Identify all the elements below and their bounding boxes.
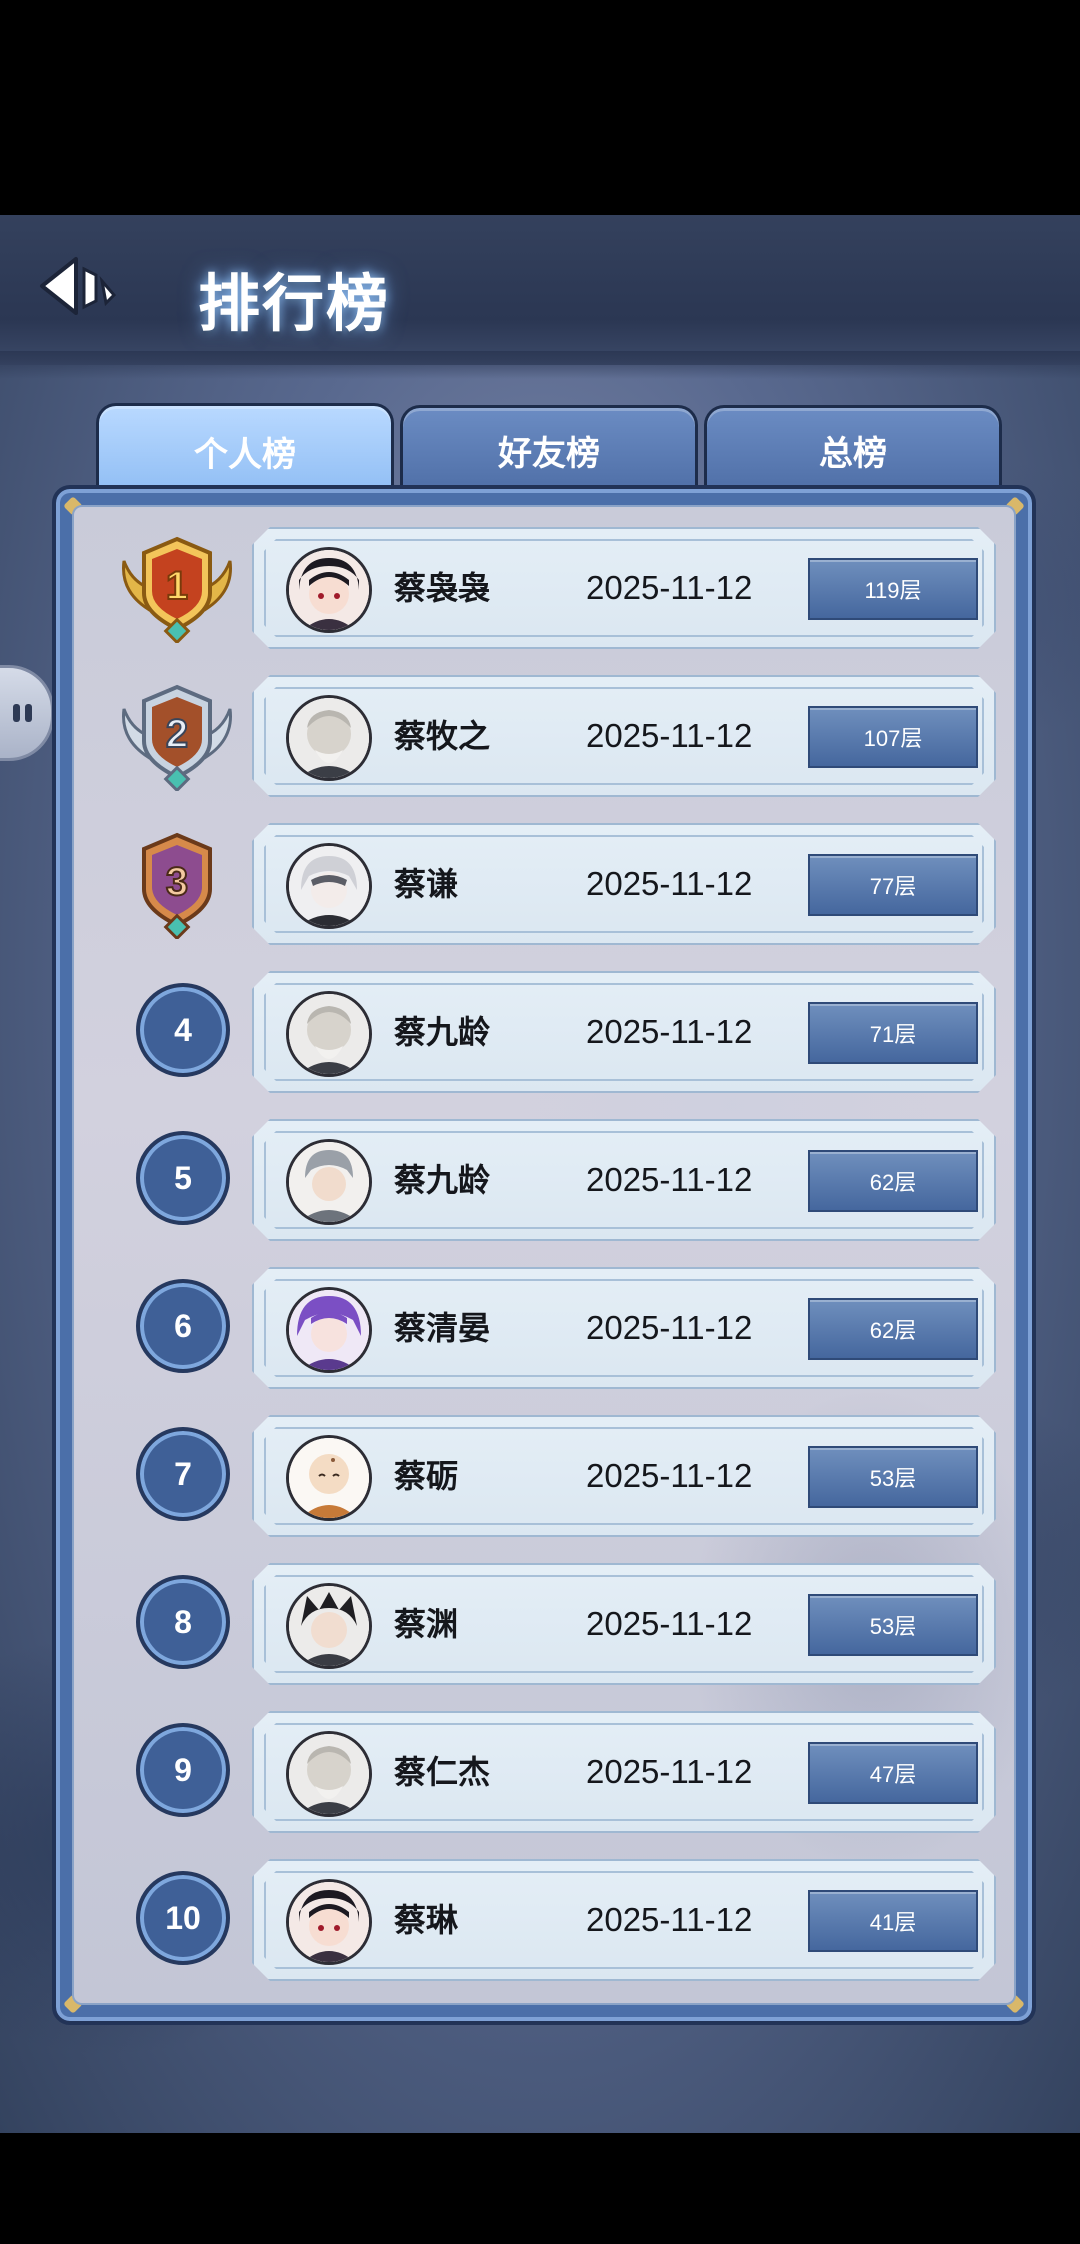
floor-badge: 41层 bbox=[808, 1890, 978, 1952]
svg-text:2: 2 bbox=[166, 712, 188, 756]
player-avatar bbox=[286, 1435, 372, 1521]
player-card: 蔡牧之 2025-11-12 107层 bbox=[252, 675, 996, 797]
rank-number: 7 bbox=[136, 1427, 230, 1521]
leaderboard-tabs: 个人榜 好友榜 总榜 bbox=[96, 403, 1002, 496]
pause-bar-icon bbox=[25, 704, 32, 722]
record-date: 2025-11-12 bbox=[586, 1901, 753, 1938]
header-bar: 排行榜 bbox=[0, 215, 1080, 379]
rank-number: 9 bbox=[136, 1723, 230, 1817]
player-card: 蔡九龄 2025-11-12 62层 bbox=[252, 1119, 996, 1241]
floor-badge: 62层 bbox=[808, 1298, 978, 1360]
player-avatar bbox=[286, 1583, 372, 1669]
leaderboard-row[interactable]: 2 蔡牧之 2025-11-12 107层 bbox=[74, 675, 1016, 797]
page-title: 排行榜 bbox=[198, 270, 391, 339]
side-drawer-handle[interactable] bbox=[0, 665, 54, 761]
record-date: 2025-11-12 bbox=[586, 1309, 753, 1346]
tab-friends[interactable]: 好友榜 bbox=[400, 405, 698, 492]
player-avatar bbox=[286, 1287, 372, 1373]
player-name: 蔡牧之 bbox=[394, 718, 491, 754]
player-avatar bbox=[286, 843, 372, 929]
leaderboard-row[interactable]: 3 蔡谦 2025-11-12 77层 bbox=[74, 823, 1016, 945]
player-card: 蔡袅袅 2025-11-12 119层 bbox=[252, 527, 996, 649]
floor-badge: 62层 bbox=[808, 1150, 978, 1212]
silver-rank-badge-icon: 2 bbox=[118, 679, 236, 793]
player-card: 蔡清晏 2025-11-12 62层 bbox=[252, 1267, 996, 1389]
rank-number: 10 bbox=[136, 1871, 230, 1965]
leaderboard-row[interactable]: 1 蔡袅袅 2025-11-12 119层 bbox=[74, 527, 1016, 649]
floor-badge: 119层 bbox=[808, 558, 978, 620]
gold-rank-badge-icon: 1 bbox=[118, 531, 236, 645]
leaderboard-row[interactable]: 4 蔡九龄 2025-11-12 71层 bbox=[74, 971, 1016, 1093]
leaderboard-panel: 1 蔡袅袅 2025-11-12 119层 2 蔡牧之 2025-11-12 1… bbox=[52, 485, 1036, 2025]
tab-overall[interactable]: 总榜 bbox=[704, 405, 1002, 492]
player-card: 蔡砺 2025-11-12 53层 bbox=[252, 1415, 996, 1537]
svg-text:1: 1 bbox=[166, 564, 188, 608]
leaderboard-row[interactable]: 7 蔡砺 2025-11-12 53层 bbox=[74, 1415, 1016, 1537]
leaderboard-list[interactable]: 1 蔡袅袅 2025-11-12 119层 2 蔡牧之 2025-11-12 1… bbox=[72, 505, 1016, 2005]
rank-number: 5 bbox=[136, 1131, 230, 1225]
floor-badge: 53层 bbox=[808, 1446, 978, 1508]
leaderboard-row[interactable]: 5 蔡九龄 2025-11-12 62层 bbox=[74, 1119, 1016, 1241]
rank-number: 6 bbox=[136, 1279, 230, 1373]
record-date: 2025-11-12 bbox=[586, 1605, 753, 1642]
player-name: 蔡九龄 bbox=[394, 1014, 491, 1050]
player-name: 蔡谦 bbox=[394, 866, 459, 902]
player-avatar bbox=[286, 991, 372, 1077]
pause-bar-icon bbox=[13, 704, 20, 722]
player-name: 蔡琳 bbox=[394, 1902, 459, 1938]
player-card: 蔡渊 2025-11-12 53层 bbox=[252, 1563, 996, 1685]
floor-badge: 107层 bbox=[808, 706, 978, 768]
player-avatar bbox=[286, 547, 372, 633]
record-date: 2025-11-12 bbox=[586, 1161, 753, 1198]
record-date: 2025-11-12 bbox=[586, 1753, 753, 1790]
floor-badge: 53层 bbox=[808, 1594, 978, 1656]
record-date: 2025-11-12 bbox=[586, 1013, 753, 1050]
record-date: 2025-11-12 bbox=[586, 717, 753, 754]
record-date: 2025-11-12 bbox=[586, 865, 753, 902]
tab-personal[interactable]: 个人榜 bbox=[96, 403, 394, 496]
player-name: 蔡九龄 bbox=[394, 1162, 491, 1198]
floor-badge: 47层 bbox=[808, 1742, 978, 1804]
bronze-rank-badge-icon: 3 bbox=[118, 827, 236, 941]
player-name: 蔡砺 bbox=[394, 1458, 459, 1494]
player-card: 蔡九龄 2025-11-12 71层 bbox=[252, 971, 996, 1093]
leaderboard-row[interactable]: 9 蔡仁杰 2025-11-12 47层 bbox=[74, 1711, 1016, 1833]
svg-text:3: 3 bbox=[166, 860, 188, 904]
back-button[interactable] bbox=[36, 251, 136, 321]
player-name: 蔡仁杰 bbox=[394, 1754, 491, 1790]
floor-badge: 71层 bbox=[808, 1002, 978, 1064]
rank-number: 8 bbox=[136, 1575, 230, 1669]
back-arrow-icon bbox=[40, 257, 117, 315]
player-card: 蔡仁杰 2025-11-12 47层 bbox=[252, 1711, 996, 1833]
player-name: 蔡袅袅 bbox=[394, 570, 491, 606]
player-card: 蔡琳 2025-11-12 41层 bbox=[252, 1859, 996, 1981]
player-avatar bbox=[286, 1731, 372, 1817]
leaderboard-row[interactable]: 8 蔡渊 2025-11-12 53层 bbox=[74, 1563, 1016, 1685]
player-avatar bbox=[286, 1139, 372, 1225]
game-screen: 排行榜 个人榜 好友榜 总榜 1 蔡袅袅 2025-11-12 119层 2 蔡… bbox=[0, 215, 1080, 2133]
record-date: 2025-11-12 bbox=[586, 1457, 753, 1494]
leaderboard-row[interactable]: 10 蔡琳 2025-11-12 41层 bbox=[74, 1859, 1016, 1981]
record-date: 2025-11-12 bbox=[586, 569, 753, 606]
player-name: 蔡清晏 bbox=[394, 1310, 491, 1346]
player-card: 蔡谦 2025-11-12 77层 bbox=[252, 823, 996, 945]
rank-number: 4 bbox=[136, 983, 230, 1077]
floor-badge: 77层 bbox=[808, 854, 978, 916]
player-avatar bbox=[286, 695, 372, 781]
player-name: 蔡渊 bbox=[394, 1606, 459, 1642]
player-avatar bbox=[286, 1879, 372, 1965]
leaderboard-row[interactable]: 6 蔡清晏 2025-11-12 62层 bbox=[74, 1267, 1016, 1389]
